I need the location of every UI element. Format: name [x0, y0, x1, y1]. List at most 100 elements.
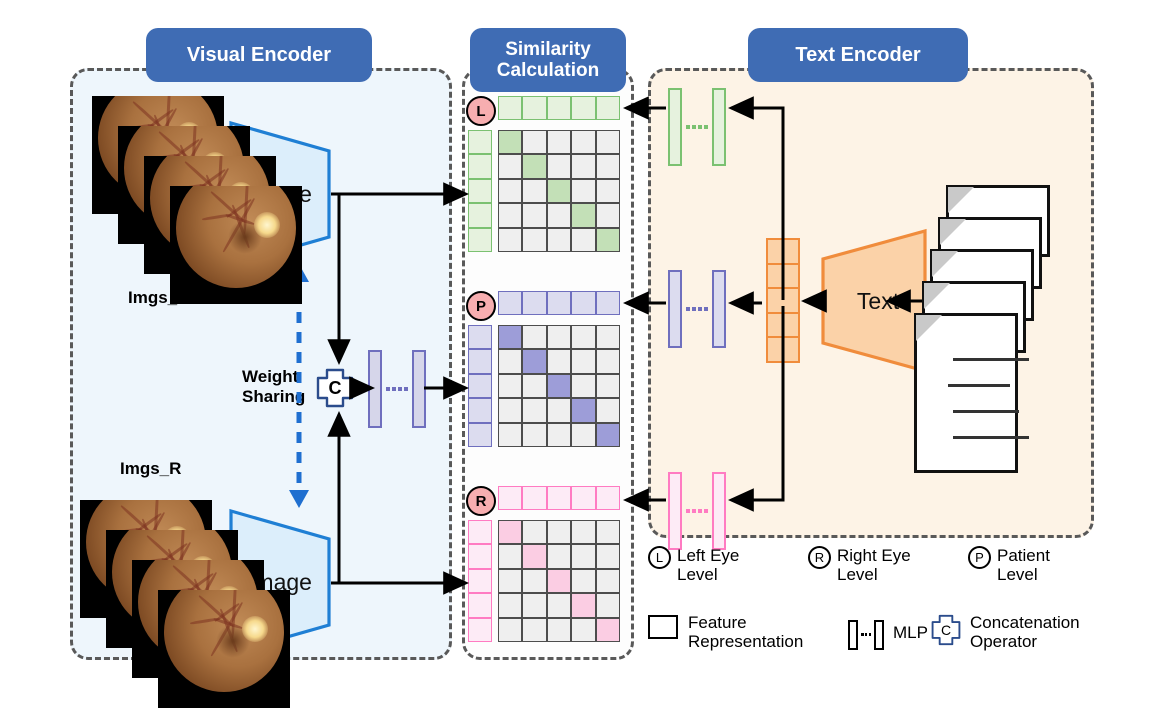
document-text-line	[953, 436, 1029, 439]
matrix-side-cell	[468, 130, 492, 155]
mlp-layer-bar	[712, 88, 726, 166]
fundus-disc	[164, 590, 284, 692]
matrix-side-cell	[468, 568, 492, 594]
matrix-header-cell	[522, 96, 547, 120]
matrix-cell	[595, 568, 620, 594]
matrix-cell	[546, 617, 572, 642]
legend-level-icon: R	[808, 546, 831, 569]
matrix-header-row	[498, 96, 620, 120]
matrix-cell-match	[546, 178, 572, 204]
matrix-cell	[595, 593, 620, 618]
weight-sharing-text: Weight Sharing	[242, 367, 306, 407]
matrix-cell	[546, 203, 572, 228]
matrix-cell	[595, 325, 620, 350]
header-similarity-label: Similarity Calculation	[496, 38, 600, 81]
matrix-cell	[498, 398, 523, 423]
legend-concatenation-operator: C Concatenation Operator	[931, 613, 1080, 652]
matrix-side-cell	[468, 593, 492, 618]
matrix-side-column	[468, 520, 492, 642]
matrix-header-cell	[546, 486, 572, 510]
matrix-cell	[546, 154, 572, 179]
header-visual-encoder: Visual Encoder	[146, 28, 372, 82]
matrix-cell	[571, 325, 596, 350]
matrix-header-cell	[522, 291, 547, 315]
concatenation-operator[interactable]: C	[316, 368, 354, 408]
matrix-grid	[498, 520, 620, 642]
matrix-cell-match	[571, 398, 596, 423]
header-text-encoder: Text Encoder	[748, 28, 968, 82]
matrix-cell	[571, 154, 596, 179]
mlp-layer-bar	[668, 270, 682, 348]
legend-left-eye-level: L Left Eye Level	[648, 546, 739, 585]
legend-level-label: Right Eye Level	[837, 546, 911, 585]
matrix-cell	[546, 398, 572, 423]
matrix-header-cell	[546, 96, 572, 120]
matrix-cell	[595, 154, 620, 179]
matrix-cell	[595, 130, 620, 155]
text-feature-cell	[766, 238, 800, 265]
matrix-cell	[571, 349, 596, 374]
matrix-side-cell	[468, 154, 492, 179]
mlp-left-eye-text	[668, 88, 726, 166]
matrix-header-cell	[498, 96, 523, 120]
legend-feature-label: Feature Representation	[688, 613, 804, 652]
matrix-side-column	[468, 130, 492, 252]
matrix-header-cell	[595, 486, 620, 510]
matrix-side-cell	[468, 520, 492, 545]
matrix-cell	[522, 130, 547, 155]
legend-concat-symbol: C	[940, 622, 952, 638]
matrix-cell	[595, 203, 620, 228]
matrix-cell-match	[522, 349, 547, 374]
matrix-side-cell	[468, 203, 492, 228]
matrix-cell-match	[498, 520, 523, 545]
matrix-cell	[595, 373, 620, 399]
document-fold-icon	[948, 187, 974, 213]
matrix-header-cell	[595, 291, 620, 315]
matrix-header-cell	[546, 291, 572, 315]
matrix-header-cell	[571, 486, 596, 510]
document-text-line	[948, 384, 1010, 387]
matrix-side-cell	[468, 422, 492, 447]
text-feature-column	[766, 238, 800, 363]
matrix-cell	[522, 325, 547, 350]
matrix-cell	[571, 130, 596, 155]
legend-right-eye-level: R Right Eye Level	[808, 546, 911, 585]
matrix-cell	[522, 568, 547, 594]
matrix-cell	[571, 520, 596, 545]
text-feature-cell	[766, 287, 800, 314]
mlp-layer-bar	[712, 472, 726, 550]
matrix-cell-match	[571, 203, 596, 228]
matrix-header-row	[498, 486, 620, 510]
label-imgs-right: Imgs_R	[120, 459, 182, 478]
document-fold-icon	[932, 251, 958, 277]
matrix-cell	[498, 422, 523, 447]
matrix-grid	[498, 325, 620, 447]
text-encoder-shape: Text	[820, 228, 928, 374]
matrix-cell	[522, 422, 547, 447]
matrix-header-cell	[498, 291, 523, 315]
matrix-side-cell	[468, 349, 492, 374]
mlp-ellipsis	[686, 307, 708, 311]
matrix-cell	[498, 593, 523, 618]
matrix-cell	[546, 325, 572, 350]
legend-level-icon: P	[968, 546, 991, 569]
matrix-cell-match	[498, 130, 523, 155]
mlp-layer-bar	[712, 270, 726, 348]
matrix-cell	[498, 349, 523, 374]
text-feature-cell	[766, 311, 800, 339]
matrix-side-cell	[468, 178, 492, 204]
mlp-layer-bar	[368, 350, 382, 428]
matrix-side-cell	[468, 617, 492, 642]
legend-mlp-ellipsis	[861, 633, 871, 636]
text-encoder-label: Text	[856, 287, 900, 314]
label-weight-sharing: Weight Sharing	[242, 367, 305, 407]
badge-patient-level: P	[466, 291, 496, 321]
matrix-cell-match	[546, 373, 572, 399]
document-fold-icon	[924, 283, 950, 309]
legend-mlp-label: MLP	[893, 623, 928, 642]
header-similarity-calculation: Similarity Calculation	[470, 28, 626, 92]
matrix-cell-match	[595, 422, 620, 447]
legend-concat-icon: C	[931, 614, 961, 646]
matrix-cell	[546, 227, 572, 252]
matrix-side-cell	[468, 398, 492, 423]
